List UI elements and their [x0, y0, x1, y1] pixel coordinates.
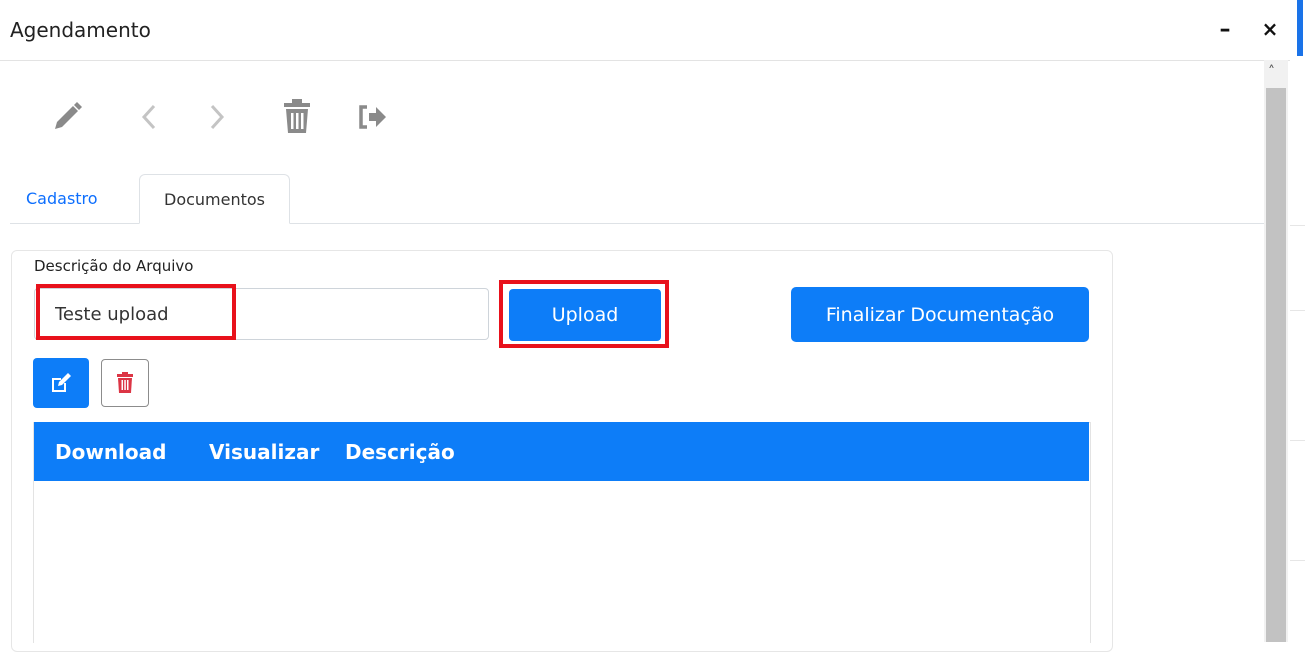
- edit-icon: [52, 373, 71, 392]
- minimize-button[interactable]: –: [1212, 14, 1238, 44]
- column-visualizar[interactable]: Visualizar: [209, 440, 319, 464]
- description-label: Descrição do Arquivo: [34, 257, 194, 275]
- table-header: Download Visualizar Descrição: [34, 422, 1089, 481]
- scrollbar-thumb[interactable]: [1266, 88, 1286, 642]
- trash-icon[interactable]: [275, 95, 319, 139]
- edit-button[interactable]: [33, 358, 89, 408]
- description-input[interactable]: [34, 288, 489, 340]
- background-panel-lines: [1290, 60, 1305, 642]
- tab-documentos[interactable]: Documentos: [139, 174, 291, 224]
- outer-scroll-indicator: [1297, 0, 1303, 56]
- scroll-up-icon[interactable]: ˄: [1268, 64, 1275, 80]
- finalize-documentation-button[interactable]: Finalizar Documentação: [791, 287, 1089, 342]
- close-button[interactable]: ×: [1257, 14, 1283, 44]
- tab-cadastro[interactable]: Cadastro: [10, 174, 114, 222]
- column-download[interactable]: Download: [55, 440, 166, 464]
- window-titlebar: Agendamento – ×: [0, 0, 1290, 61]
- sign-out-icon[interactable]: [350, 95, 394, 139]
- delete-button[interactable]: [101, 359, 149, 407]
- column-descricao[interactable]: Descrição: [345, 440, 455, 464]
- trash-icon: [117, 372, 133, 393]
- window-title: Agendamento: [10, 18, 151, 42]
- pencil-icon[interactable]: [45, 95, 89, 139]
- chevron-left-icon[interactable]: [127, 95, 171, 139]
- chevron-right-icon[interactable]: [195, 95, 239, 139]
- tab-bar: Cadastro Documentos: [10, 174, 1264, 224]
- upload-button[interactable]: Upload: [509, 289, 661, 341]
